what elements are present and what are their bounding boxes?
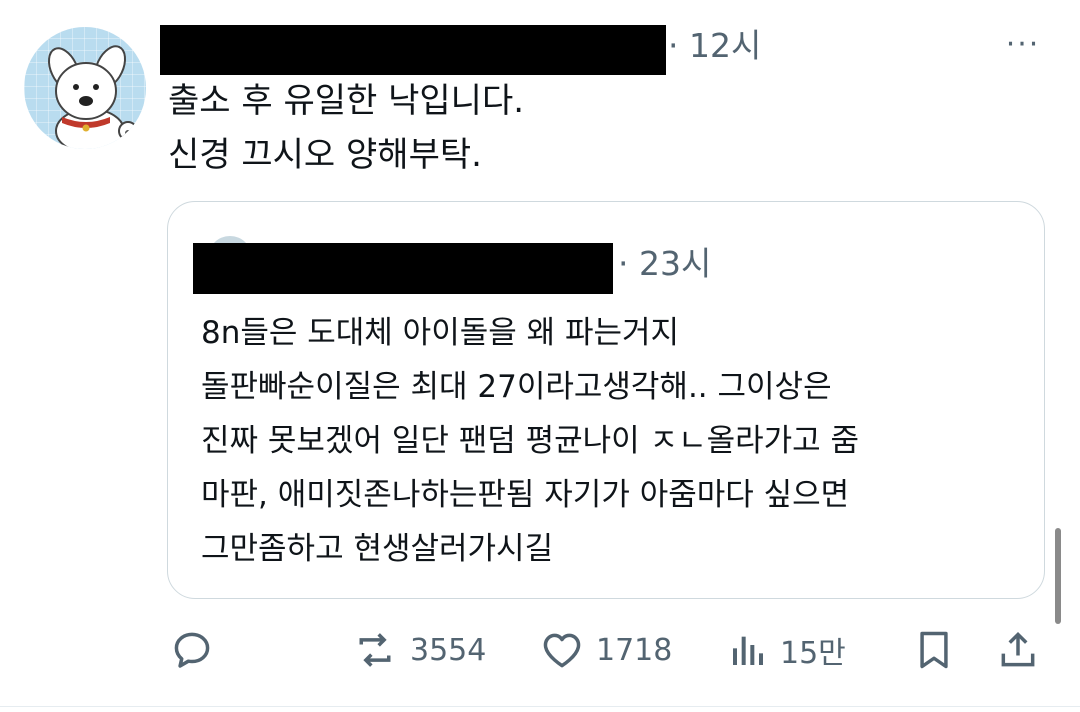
- tweet-text: 출소 후 유일한 낙입니다. 신경 끄시오 양해부탁.: [168, 81, 525, 175]
- redacted-quoted-username: [193, 243, 613, 294]
- reply-button[interactable]: [170, 620, 214, 680]
- dog-avatar-illustration: [47, 45, 138, 149]
- quoted-tweet-text: 8n들은 도대체 아이돌을 왜 파는거지 돌판빠순이질은 최대 27이라고생각해…: [201, 315, 860, 567]
- view-count: 15만: [780, 636, 846, 671]
- tweet-actions-bar: 3554 1718 15만: [0, 620, 1080, 680]
- user-avatar[interactable]: [24, 27, 146, 149]
- views-button[interactable]: 15만: [728, 620, 846, 680]
- heart-icon: [543, 633, 581, 668]
- scrollbar[interactable]: [1055, 528, 1061, 624]
- retweet-button[interactable]: 3554: [352, 620, 486, 680]
- bookmark-button[interactable]: [912, 620, 956, 680]
- tweet-timestamp[interactable]: · 12시: [668, 26, 761, 66]
- bookmark-icon: [920, 631, 948, 669]
- like-count: 1718: [596, 632, 673, 668]
- retweet-count: 3554: [410, 632, 487, 668]
- share-button[interactable]: [996, 620, 1040, 680]
- share-icon: [1001, 631, 1035, 667]
- redacted-username: [160, 25, 666, 75]
- views-icon: [733, 636, 763, 665]
- reply-icon: [174, 632, 210, 668]
- like-button[interactable]: 1718: [540, 620, 672, 680]
- divider: [0, 706, 1080, 707]
- retweet-icon: [359, 633, 391, 667]
- more-options-icon[interactable]: ···: [1000, 30, 1046, 60]
- quoted-timestamp: · 23시: [618, 244, 712, 283]
